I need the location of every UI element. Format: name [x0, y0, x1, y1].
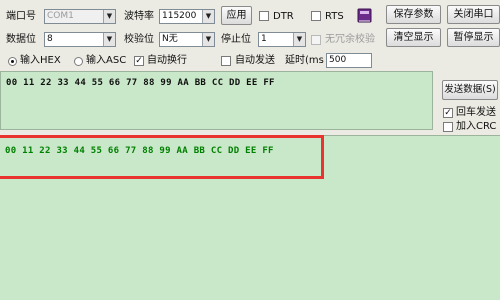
rts-label: RTS	[325, 11, 344, 22]
save-params-button[interactable]: 保存参数	[386, 5, 441, 24]
databits-value: 8	[47, 34, 53, 44]
parity-value: N无	[162, 34, 178, 44]
send-data-button[interactable]: 发送数据(S)	[442, 80, 498, 100]
port-select[interactable]: COM1 ▼	[44, 9, 116, 24]
highlight-box	[0, 135, 324, 179]
asc-input-label: 输入ASC	[86, 55, 127, 66]
chevron-down-icon: ▼	[202, 10, 214, 23]
no-parity-checkbox[interactable]	[311, 35, 321, 45]
delay-label: 延时(ms	[285, 55, 324, 66]
baud-select[interactable]: 115200 ▼	[159, 9, 215, 24]
rts-checkbox[interactable]	[311, 11, 321, 21]
add-crc-checkbox[interactable]	[443, 122, 453, 132]
chevron-down-icon: ▼	[103, 33, 115, 46]
auto-send-label: 自动发送	[235, 55, 275, 66]
auto-send-checkbox[interactable]	[221, 56, 231, 66]
stopbits-value: 1	[261, 34, 267, 44]
parity-select[interactable]: N无 ▼	[159, 32, 215, 47]
send-newline-checkbox[interactable]: ✓	[443, 108, 453, 118]
chevron-down-icon: ▼	[202, 33, 214, 46]
databits-select[interactable]: 8 ▼	[44, 32, 116, 47]
asc-input-radio[interactable]	[74, 57, 83, 66]
auto-newline-checkbox[interactable]: ✓	[134, 56, 144, 66]
hex-input-label: 输入HEX	[20, 55, 61, 66]
hex-input-radio[interactable]	[8, 57, 17, 66]
baud-value: 115200	[162, 11, 197, 21]
send-text: 00 11 22 33 44 55 66 77 88 99 AA BB CC D…	[6, 78, 275, 88]
parity-label: 校验位	[124, 34, 154, 45]
apply-button[interactable]: 应用	[221, 6, 252, 25]
pause-display-button[interactable]: 暂停显示	[447, 28, 500, 47]
baud-label: 波特率	[124, 11, 154, 22]
send-newline-label: 回车发送	[456, 107, 496, 118]
dtr-label: DTR	[273, 11, 294, 22]
delay-input[interactable]: 500	[326, 53, 372, 68]
chevron-down-icon: ▼	[103, 10, 115, 23]
port-label: 端口号	[6, 11, 36, 22]
stopbits-select[interactable]: 1 ▼	[258, 32, 306, 47]
dtr-checkbox[interactable]	[259, 11, 269, 21]
send-textarea[interactable]: 00 11 22 33 44 55 66 77 88 99 AA BB CC D…	[0, 71, 433, 130]
close-port-button[interactable]: 关闭串口	[447, 5, 500, 24]
databits-label: 数据位	[6, 34, 36, 45]
add-crc-label: 加入CRC	[456, 121, 497, 132]
no-parity-label: 无冗余校验	[325, 34, 375, 45]
clear-display-button[interactable]: 清空显示	[386, 28, 441, 47]
port-value: COM1	[47, 11, 74, 21]
stopbits-label: 停止位	[221, 34, 251, 45]
chevron-down-icon: ▼	[293, 33, 305, 46]
auto-newline-label: 自动换行	[147, 55, 187, 66]
book-icon[interactable]	[355, 6, 375, 25]
